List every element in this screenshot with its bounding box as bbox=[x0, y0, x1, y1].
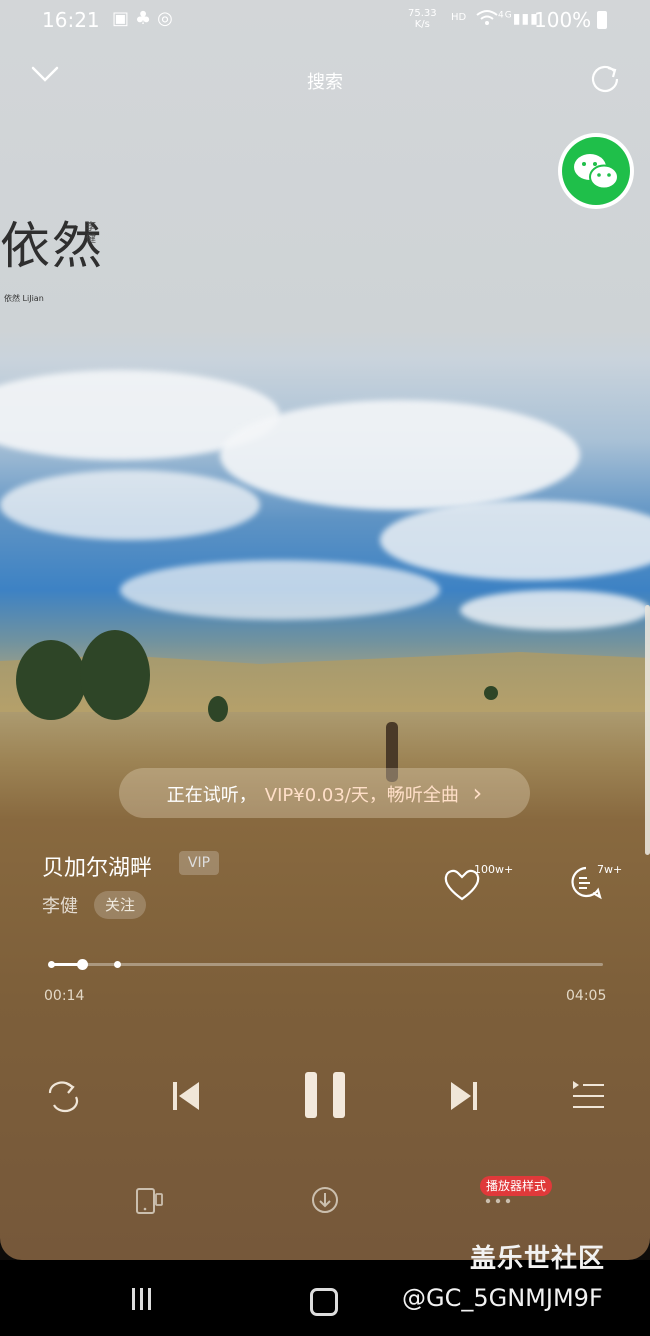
battery-level: 100% bbox=[534, 8, 592, 32]
pause-icon[interactable] bbox=[300, 1070, 350, 1120]
progress-bar[interactable] bbox=[48, 959, 603, 970]
cloud bbox=[460, 590, 650, 630]
playlist-icon[interactable] bbox=[570, 1078, 606, 1112]
net-speed-unit: K/s bbox=[414, 19, 430, 30]
progress-thumb[interactable] bbox=[76, 959, 88, 970]
app-icon: ♣ bbox=[135, 8, 158, 29]
trial-prefix: 正在试听， bbox=[166, 785, 257, 806]
tree bbox=[484, 686, 498, 700]
poster-artist: 李健 bbox=[86, 222, 96, 245]
cloud bbox=[0, 470, 260, 540]
gallery-icon: ▣ bbox=[112, 8, 136, 29]
cloud bbox=[380, 500, 650, 580]
status-bar: 16:21 ▣♣◎ 75.33 K/s HD 4G▮▮▮ 100% bbox=[0, 0, 650, 40]
cloud bbox=[120, 560, 440, 620]
net-speed-value: 75.33 bbox=[408, 8, 437, 19]
home-button[interactable] bbox=[310, 1288, 338, 1316]
battery-icon bbox=[597, 11, 608, 29]
wechat-icon bbox=[562, 137, 630, 205]
tree bbox=[208, 696, 228, 722]
wechat-share-button[interactable] bbox=[558, 133, 634, 209]
top-bar: 搜索 bbox=[0, 56, 650, 102]
watermark-user: @GC_5GNMJM9F bbox=[402, 1284, 603, 1312]
hd-label: HD bbox=[451, 12, 467, 23]
search-title[interactable]: 搜索 bbox=[0, 68, 650, 94]
cloud bbox=[220, 400, 580, 510]
scrollbar[interactable] bbox=[645, 605, 650, 855]
follow-button[interactable]: 关注 bbox=[94, 891, 146, 919]
previous-icon[interactable] bbox=[170, 1080, 202, 1112]
artist-name[interactable]: 李健 bbox=[42, 892, 78, 918]
tree bbox=[80, 630, 150, 720]
current-time: 00:14 bbox=[44, 988, 85, 1004]
net-speed: 75.33 K/s bbox=[408, 8, 437, 30]
chevron-right-icon: › bbox=[472, 779, 483, 807]
wifi-icon bbox=[476, 10, 498, 25]
watermark-community: 盖乐世社区 bbox=[470, 1244, 606, 1274]
recent-apps-icon[interactable] bbox=[130, 1288, 154, 1310]
device-icon[interactable] bbox=[134, 1186, 166, 1216]
player-style-tag[interactable]: 播放器样式 bbox=[480, 1176, 553, 1196]
notification-icons: ▣♣◎ bbox=[112, 8, 179, 29]
tree bbox=[16, 640, 86, 720]
status-time: 16:21 bbox=[42, 8, 100, 32]
battery: 100% bbox=[534, 8, 608, 32]
repeat-icon[interactable] bbox=[44, 1079, 82, 1113]
network-type: 4G bbox=[498, 10, 513, 21]
total-time: 04:05 bbox=[566, 988, 607, 1004]
buffer-marker bbox=[114, 961, 122, 968]
download-icon[interactable] bbox=[310, 1185, 340, 1215]
next-icon[interactable] bbox=[448, 1080, 480, 1112]
player-screen: 依然 李健 依然 LiJian 16:21 ▣♣◎ 75.33 K/s HD 4… bbox=[0, 0, 650, 1260]
trial-banner[interactable]: 正在试听， VIP¥0.03/天，畅听全曲 › bbox=[119, 768, 530, 818]
vip-badge: VIP bbox=[179, 851, 219, 875]
trial-offer: VIP¥0.03/天，畅听全曲 bbox=[264, 785, 459, 806]
comment-count: 7w+ bbox=[597, 863, 623, 876]
more-icon[interactable] bbox=[484, 1196, 514, 1206]
signal-icon: 4G▮▮▮ bbox=[476, 9, 539, 27]
progress-start-dot bbox=[48, 961, 55, 968]
poster-credit: 依然 LiJian bbox=[4, 294, 44, 303]
share-icon[interactable] bbox=[588, 62, 622, 96]
netease-icon: ◎ bbox=[157, 8, 179, 29]
like-count: 100w+ bbox=[474, 863, 514, 876]
song-title: 贝加尔湖畔 bbox=[42, 856, 153, 881]
